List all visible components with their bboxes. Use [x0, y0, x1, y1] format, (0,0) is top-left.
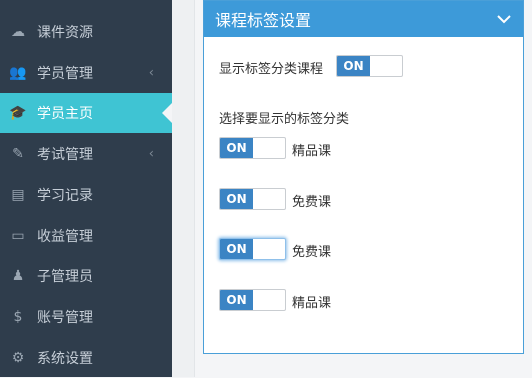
sidebar-item-label: 学员管理	[37, 66, 93, 82]
toggle-on-label: ON	[220, 239, 253, 259]
users-icon: 👥	[9, 65, 27, 81]
show-tag-categories-toggle[interactable]: ON	[336, 55, 403, 77]
toggle-on-label: ON	[220, 189, 253, 209]
toggle-on-label: ON	[220, 138, 253, 158]
sidebar-item-label: 收益管理	[37, 229, 93, 245]
sidebar-item-account-management[interactable]: $ 账号管理	[0, 297, 172, 337]
sidebar-item-label: 系统设置	[37, 351, 93, 367]
tag-toggle[interactable]: ON	[219, 238, 286, 260]
sidebar-item-label: 学习记录	[37, 188, 93, 204]
content-gutter	[172, 0, 195, 377]
panel-title: 课程标签设置	[215, 11, 312, 30]
chevron-left-icon: ‹	[148, 146, 154, 162]
chevron-left-icon: ‹	[148, 65, 154, 81]
sidebar-item-sub-admins[interactable]: ♟ 子管理员	[0, 256, 172, 296]
chevron-down-icon[interactable]	[495, 10, 513, 28]
book-icon: ▤	[11, 187, 25, 203]
graduation-cap-icon: 🎓	[9, 105, 27, 121]
panel-header: 课程标签设置	[204, 1, 523, 37]
course-tag-settings-panel: 课程标签设置 显示标签分类课程 ON 选择要显示的标签分类 ON 精品课 ON …	[203, 0, 524, 354]
tag-label: 精品课	[292, 144, 332, 159]
toggle-on-label: ON	[337, 56, 370, 76]
dollar-icon: $	[13, 309, 23, 325]
sidebar-item-label: 账号管理	[37, 310, 93, 326]
tag-label: 精品课	[292, 296, 332, 311]
tag-toggle[interactable]: ON	[219, 188, 286, 210]
toggle-on-label: ON	[220, 290, 253, 310]
tag-toggle[interactable]: ON	[219, 289, 286, 311]
tag-label: 免费课	[292, 245, 332, 260]
sidebar-item-revenue-management[interactable]: ▭ 收益管理	[0, 216, 172, 256]
sidebar-item-label: 课件资源	[37, 25, 93, 41]
show-tag-categories-label: 显示标签分类课程	[219, 62, 324, 77]
cloud-upload-icon: ☁	[11, 24, 25, 40]
sidebar-item-system-settings[interactable]: ⚙ 系统设置	[0, 338, 172, 378]
sidebar-item-label: 考试管理	[37, 147, 93, 163]
sidebar-item-courseware[interactable]: ☁ 课件资源	[0, 12, 172, 52]
sidebar-item-exam-management[interactable]: ✎ 考试管理 ‹	[0, 134, 172, 174]
sidebar-item-student-management[interactable]: 👥 学员管理 ‹	[0, 53, 172, 93]
tag-label: 免费课	[292, 195, 332, 210]
sidebar-item-label: 学员主页	[37, 106, 93, 122]
tag-toggle[interactable]: ON	[219, 137, 286, 159]
active-indicator	[162, 103, 172, 123]
credit-card-icon: ▭	[11, 228, 25, 244]
user-secret-icon: ♟	[11, 268, 25, 284]
gear-icon: ⚙	[11, 350, 25, 366]
stethoscope-icon: ✎	[12, 146, 24, 162]
select-tag-categories-label: 选择要显示的标签分类	[219, 112, 350, 127]
sidebar-item-label: 子管理员	[37, 269, 93, 285]
sidebar-item-student-homepage[interactable]: 🎓 学员主页	[0, 93, 172, 133]
sidebar-item-learning-records[interactable]: ▤ 学习记录	[0, 175, 172, 215]
sidebar: ☁ 课件资源 👥 学员管理 ‹ 🎓 学员主页 ✎ 考试管理 ‹ ▤ 学习记录 ▭…	[0, 0, 172, 377]
